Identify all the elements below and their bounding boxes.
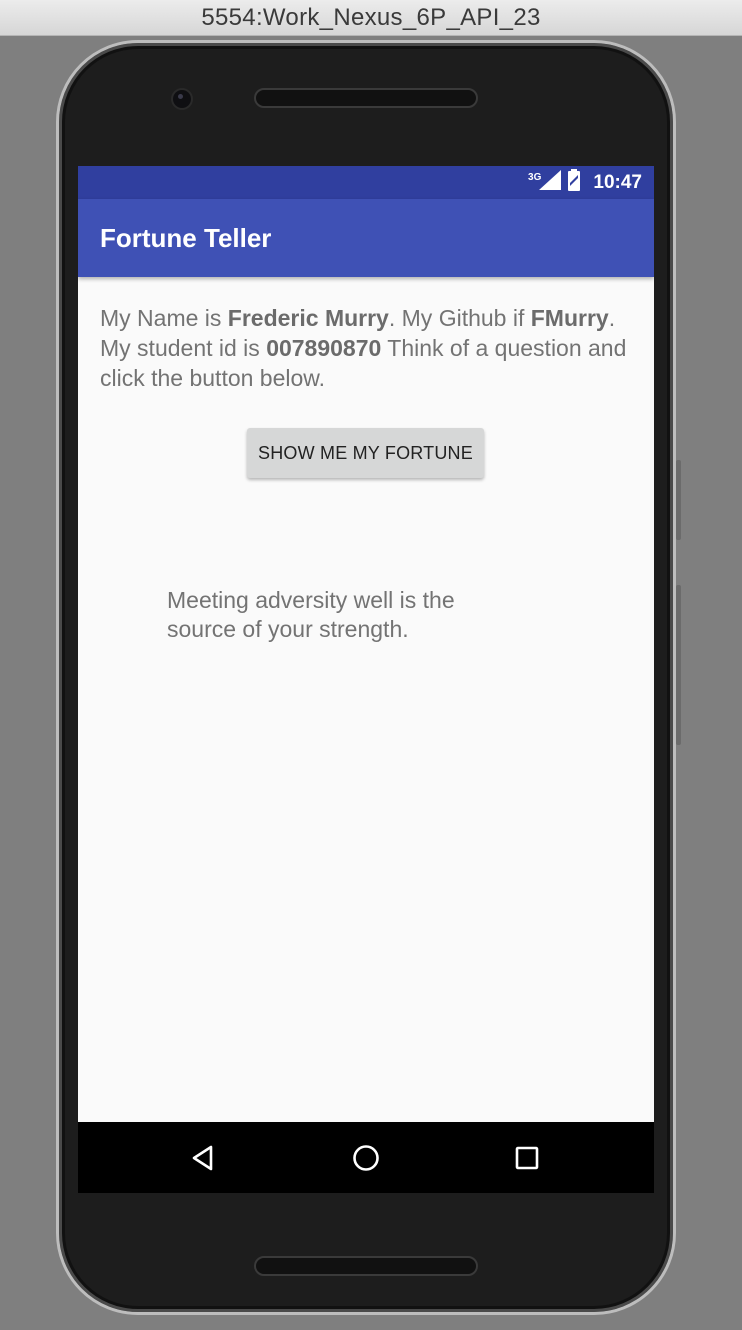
app-bar: Fortune Teller (78, 199, 654, 277)
fortune-text: Meeting adversity well is the source of … (167, 587, 455, 642)
intro-text: My Name is Frederic Murry. My Github if … (100, 303, 640, 393)
battery-icon (567, 169, 581, 196)
student-id: 007890870 (266, 335, 382, 361)
intro-text-part: My Name is (100, 305, 228, 331)
top-speaker (254, 88, 478, 108)
recents-icon[interactable] (509, 1140, 545, 1176)
volume-button[interactable] (676, 585, 681, 745)
signal-icon (539, 170, 562, 195)
app-title: Fortune Teller (100, 222, 272, 253)
emulator-window-title: 5554:Work_Nexus_6P_API_23 (0, 0, 742, 36)
navigation-bar (78, 1122, 654, 1193)
student-name: Frederic Murry (227, 305, 389, 331)
show-fortune-button[interactable]: SHOW ME MY FORTUNE (247, 428, 484, 478)
power-button[interactable] (676, 460, 681, 540)
home-icon[interactable] (348, 1140, 384, 1176)
front-camera (173, 90, 191, 108)
back-icon[interactable] (185, 1140, 221, 1176)
github-username: FMurry (530, 305, 609, 331)
intro-text-part: . My Github if (388, 305, 531, 331)
bottom-speaker (254, 1256, 478, 1276)
status-bar: 3G 10:47 (78, 166, 654, 199)
clock: 10:47 (593, 171, 642, 193)
device-screen: 3G 10:47 Fortune Teller My Name is Frede… (78, 166, 654, 1193)
